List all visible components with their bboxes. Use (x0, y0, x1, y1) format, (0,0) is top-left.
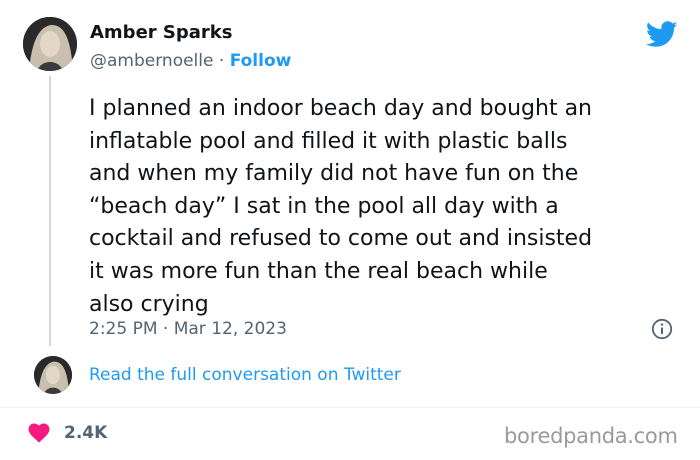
info-icon[interactable] (651, 318, 673, 340)
footer-divider (0, 407, 700, 408)
author-name[interactable]: Amber Sparks (90, 22, 232, 43)
heart-icon[interactable] (28, 423, 50, 443)
tweet-text: I planned an indoor beach day and bought… (89, 96, 593, 317)
author-handle[interactable]: @ambernoelle (90, 51, 213, 71)
tweet-timestamp[interactable]: 2:25 PM · Mar 12, 2023 (89, 319, 287, 339)
handle-separator: · (218, 51, 225, 71)
twitter-bird-icon[interactable] (646, 21, 678, 48)
follow-button[interactable]: Follow (230, 51, 292, 71)
author-avatar[interactable] (23, 17, 77, 71)
thread-connector-line (49, 76, 51, 346)
site-watermark: boredpanda.com (504, 424, 678, 448)
author-handle-row: @ambernoelle · Follow (90, 51, 291, 71)
read-conversation-link[interactable]: Read the full conversation on Twitter (89, 365, 401, 385)
conversation-avatar[interactable] (34, 356, 72, 394)
like-count: 2.4K (64, 423, 108, 443)
